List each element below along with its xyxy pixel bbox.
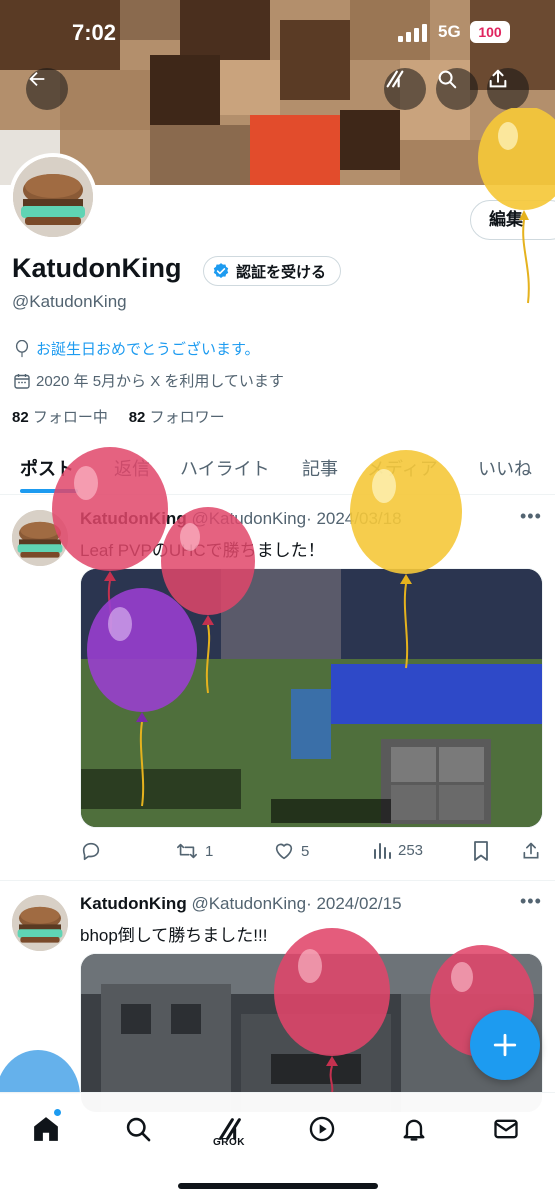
profile-name: KatudonKing xyxy=(12,253,182,283)
post-author-name[interactable]: KatudonKing xyxy=(80,894,187,913)
home-indicator xyxy=(178,1183,378,1189)
post-date: · 2024/02/15 xyxy=(306,894,402,913)
post-avatar[interactable] xyxy=(12,510,68,566)
post-author-name[interactable]: KatudonKing xyxy=(80,509,187,528)
more-options-icon[interactable]: ••• xyxy=(520,506,542,527)
burger-avatar-image xyxy=(12,510,68,566)
more-options-icon[interactable]: ••• xyxy=(520,891,542,912)
post-header: KatudonKing @KatudonKing· 2024/03/18 xyxy=(80,509,402,529)
birthday-text[interactable]: お誕生日おめでとうございます。 xyxy=(36,338,260,359)
home-icon xyxy=(34,1117,58,1141)
tab-highlights[interactable]: ハイライト xyxy=(180,455,270,481)
views-button[interactable]: 253 xyxy=(372,840,423,860)
verified-badge-icon xyxy=(213,263,229,278)
post-text: Leaf PVPのUHCで勝ちました！ xyxy=(80,541,325,560)
followers-count: 82 xyxy=(128,409,146,426)
play-icon xyxy=(309,1116,335,1142)
profile-tabs: ポスト 返信 ハイライト 記事 メディア いいね xyxy=(0,445,555,495)
repost-icon xyxy=(177,843,197,859)
bell-icon xyxy=(403,1119,425,1141)
burger-avatar-image xyxy=(13,157,93,237)
arrow-left-icon xyxy=(29,71,45,87)
post-date: · 2024/03/18 xyxy=(306,509,402,528)
follow-counts: 82 フォロー中 82 フォロワー xyxy=(12,406,225,427)
joined-row: 2020 年 5月から X を利用しています xyxy=(14,370,284,391)
tab-articles[interactable]: 記事 xyxy=(302,455,338,481)
nav-search[interactable] xyxy=(118,1109,158,1149)
heart-icon xyxy=(275,843,293,860)
get-verified-label: 認証を受ける xyxy=(236,263,327,281)
grok-label: GROK xyxy=(213,1137,245,1148)
post-text: bhop倒して勝ちました!!! xyxy=(80,926,268,945)
network-label: 5G xyxy=(438,22,461,41)
following-label: フォロー中 xyxy=(32,409,108,426)
joined-text: 2020 年 5月から X を利用しています xyxy=(36,373,284,390)
get-verified-button[interactable]: 認証を受ける xyxy=(203,256,342,286)
minecraft-screenshot-image xyxy=(81,569,542,827)
edit-profile-button[interactable]: 編集 xyxy=(470,200,555,240)
grok-button[interactable] xyxy=(384,68,426,110)
compose-post-button[interactable] xyxy=(470,1010,540,1080)
post-item[interactable]: KatudonKing @KatudonKing· 2024/03/18 •••… xyxy=(0,496,555,880)
post-media[interactable] xyxy=(80,568,543,828)
search-icon xyxy=(438,70,457,89)
profile-handle: @KatudonKing xyxy=(12,292,127,311)
post-header: KatudonKing @KatudonKing· 2024/02/15 xyxy=(80,894,402,914)
reply-icon xyxy=(82,842,100,861)
plus-icon xyxy=(493,1033,517,1057)
nav-messages[interactable] xyxy=(486,1109,526,1149)
birthday-row: お誕生日おめでとうございます。 xyxy=(14,338,260,359)
signal-icon xyxy=(398,24,427,42)
battery-icon: 100 xyxy=(470,21,510,43)
search-icon xyxy=(126,1117,151,1142)
following-count: 82 xyxy=(12,409,29,426)
repost-button[interactable]: 1 xyxy=(175,840,213,862)
share-button[interactable] xyxy=(487,68,529,110)
followers-link[interactable]: 82 フォロワー xyxy=(129,409,225,426)
like-button[interactable]: 5 xyxy=(273,840,309,862)
profile-avatar[interactable] xyxy=(9,153,97,241)
tab-posts[interactable]: ポスト xyxy=(20,455,74,481)
post-item[interactable]: KatudonKing @KatudonKing· 2024/02/15 •••… xyxy=(0,881,555,1113)
status-time: 7:02 xyxy=(72,20,117,45)
tab-replies[interactable]: 返信 xyxy=(114,455,150,481)
post-author-handle: @KatudonKing xyxy=(191,894,307,913)
profile-banner[interactable]: 7:02 5G 100 xyxy=(0,0,555,185)
tab-likes[interactable]: いいね xyxy=(478,455,532,481)
status-bar: 7:02 5G 100 xyxy=(0,0,555,62)
search-button[interactable] xyxy=(436,68,478,110)
balloon-icon xyxy=(15,339,29,357)
nav-notifications[interactable] xyxy=(394,1109,434,1149)
bookmark-icon xyxy=(474,841,488,861)
grok-icon xyxy=(386,70,404,88)
tab-media[interactable]: メディア xyxy=(367,455,438,481)
mail-icon xyxy=(494,1119,518,1139)
notification-dot xyxy=(54,1109,61,1116)
bookmark-button[interactable] xyxy=(472,840,490,862)
followers-label: フォロワー xyxy=(149,409,225,426)
post-actions: 1 5 253 xyxy=(80,840,545,864)
share-post-button[interactable] xyxy=(521,840,541,862)
post-author-handle: @KatudonKing xyxy=(191,509,307,528)
following-link[interactable]: 82 フォロー中 xyxy=(12,409,108,426)
tab-active-indicator xyxy=(20,489,78,493)
share-icon xyxy=(523,842,539,859)
calendar-icon xyxy=(14,373,30,389)
repost-count: 1 xyxy=(205,842,214,860)
reply-button[interactable] xyxy=(80,840,102,862)
view-count: 253 xyxy=(398,841,424,859)
burger-avatar-image xyxy=(12,895,68,951)
post-avatar[interactable] xyxy=(12,895,68,951)
back-button[interactable] xyxy=(26,68,68,110)
views-icon xyxy=(374,843,391,859)
like-count: 5 xyxy=(301,842,310,860)
nav-home[interactable] xyxy=(26,1109,66,1149)
share-icon xyxy=(489,69,507,88)
nav-video[interactable] xyxy=(302,1109,342,1149)
